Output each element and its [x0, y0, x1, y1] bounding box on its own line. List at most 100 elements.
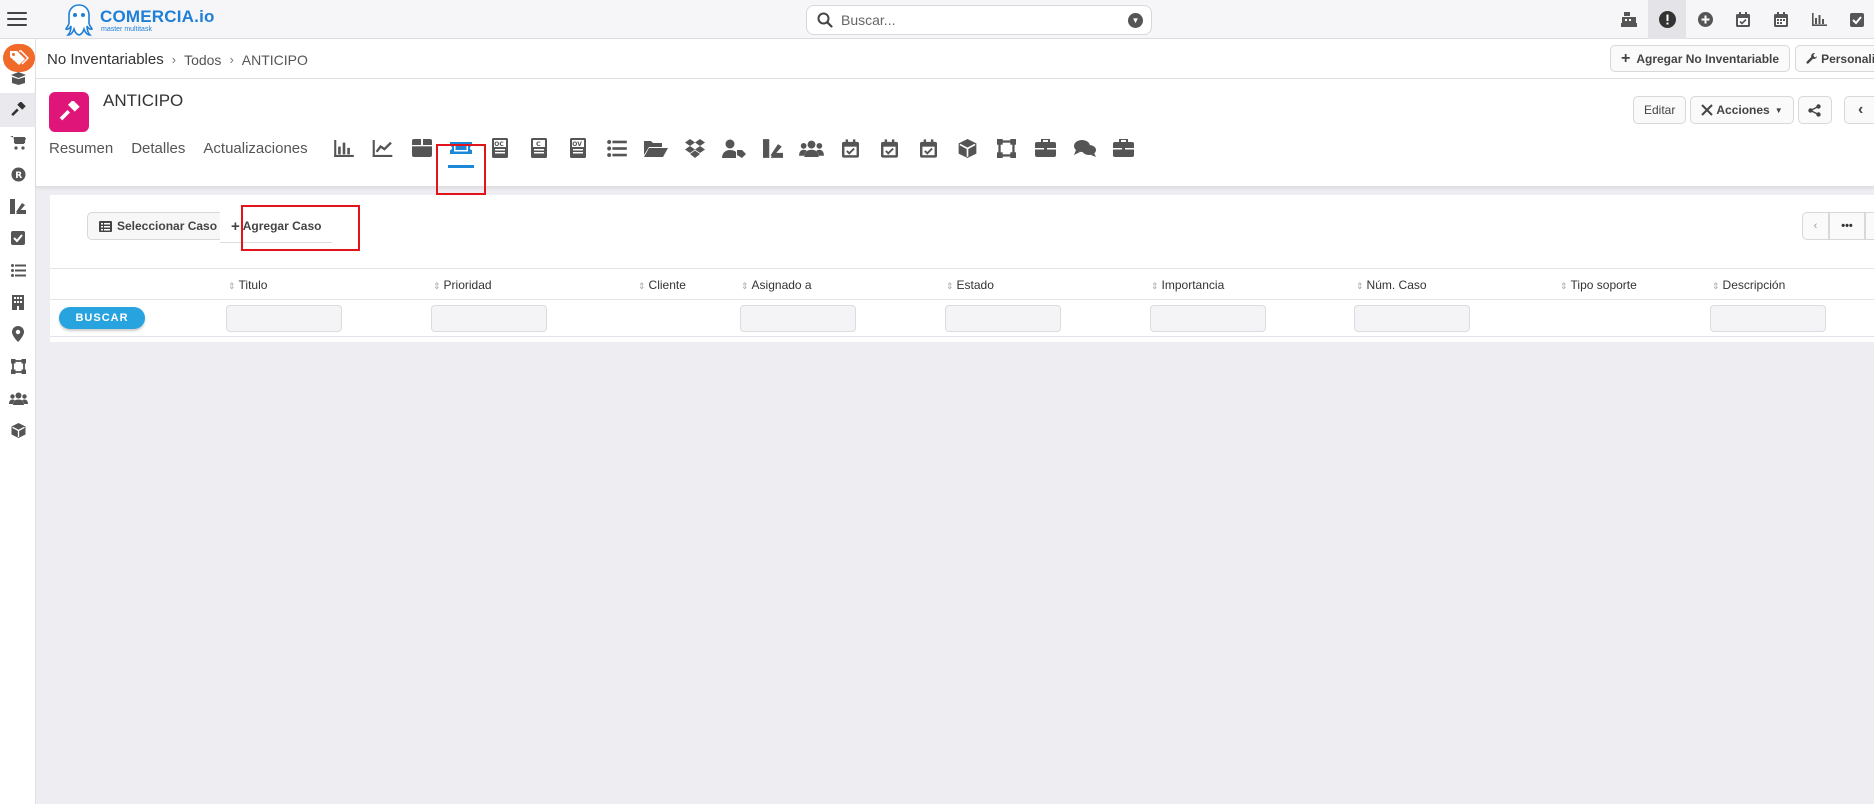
- share-button[interactable]: [1797, 96, 1832, 124]
- tab-user-tag-icon[interactable]: [716, 124, 752, 172]
- filter-estado-input[interactable]: [945, 305, 1061, 332]
- search-input[interactable]: [841, 10, 1111, 30]
- r-circle-icon[interactable]: R: [0, 157, 36, 191]
- tab-cube-icon[interactable]: [950, 124, 986, 172]
- column-asignado[interactable]: ⇕ Asignado a: [741, 278, 812, 292]
- search-options-icon[interactable]: ▼: [1128, 13, 1143, 28]
- column-num-caso-label: Núm. Caso: [1366, 278, 1427, 292]
- cases-panel: Seleccionar Caso + Agregar Caso ‹ ••• ⇕ T…: [50, 195, 1874, 342]
- filter-asignado-input[interactable]: [740, 305, 856, 332]
- tab-oc-doc-icon[interactable]: OC: [482, 124, 518, 172]
- previous-record-button[interactable]: ‹: [1843, 96, 1874, 124]
- tab-box-icon[interactable]: [404, 124, 440, 172]
- more-options-button[interactable]: •••: [1829, 212, 1865, 240]
- column-importancia-label: Importancia: [1161, 278, 1225, 292]
- calendar-icon[interactable]: [1762, 0, 1800, 39]
- select-case-button[interactable]: Seleccionar Caso: [87, 212, 230, 240]
- svg-text:OV: OV: [572, 141, 582, 148]
- tab-swatch-icon[interactable]: [755, 124, 791, 172]
- checkbox-icon[interactable]: [1838, 0, 1874, 39]
- filter-titulo-input[interactable]: [226, 305, 342, 332]
- share-icon: [1808, 103, 1821, 117]
- tab-calendar-check-icon-3[interactable]: [911, 124, 947, 172]
- column-titulo[interactable]: ⇕ Titulo: [228, 278, 267, 292]
- column-tipo-soporte[interactable]: ⇕ Tipo soporte: [1560, 278, 1637, 292]
- hammer-icon[interactable]: [0, 93, 36, 127]
- plus-circle-icon[interactable]: [1686, 0, 1724, 39]
- search-button[interactable]: BUSCAR: [59, 307, 145, 329]
- wrench-icon: [1806, 52, 1818, 64]
- brand-name: COMERCIA.io: [100, 7, 215, 26]
- sort-icon: ⇕: [946, 281, 954, 291]
- sort-icon: ⇕: [1712, 281, 1720, 291]
- menu-icon[interactable]: [7, 8, 27, 30]
- list-icon[interactable]: [0, 253, 36, 287]
- check-square-icon[interactable]: [0, 221, 36, 255]
- users-icon[interactable]: [0, 381, 36, 415]
- filter-num-caso-input[interactable]: [1354, 305, 1470, 332]
- chevron-right-icon: ›: [171, 52, 177, 67]
- add-no-inventariable-button[interactable]: + Agregar No Inventariable: [1610, 45, 1791, 72]
- tab-actualizaciones[interactable]: Actualizaciones: [203, 140, 307, 157]
- column-estado[interactable]: ⇕ Estado: [946, 278, 994, 292]
- tab-ov-doc-icon[interactable]: OV: [560, 124, 596, 172]
- record-tabs: Resumen Detalles Actualizaciones OC C OV: [49, 119, 1145, 177]
- tab-comments-icon[interactable]: [1067, 124, 1103, 172]
- swatch-icon[interactable]: [0, 189, 36, 223]
- tab-users-icon[interactable]: [794, 124, 830, 172]
- tab-dropbox-icon[interactable]: [677, 124, 713, 172]
- actions-dropdown[interactable]: Acciones ▼: [1690, 96, 1794, 124]
- cash-register-icon[interactable]: [1610, 0, 1648, 39]
- column-cliente[interactable]: ⇕ Cliente: [638, 278, 686, 292]
- tab-calendar-check-icon[interactable]: [833, 124, 869, 172]
- column-num-caso[interactable]: ⇕ Núm. Caso: [1356, 278, 1427, 292]
- panel-toolbar: Seleccionar Caso: [87, 212, 230, 240]
- column-importancia[interactable]: ⇕ Importancia: [1151, 278, 1224, 292]
- tab-briefcase-icon[interactable]: [1028, 124, 1064, 172]
- column-cliente-label: Cliente: [648, 278, 686, 292]
- plus-icon: +: [1621, 49, 1631, 67]
- tab-line-chart-icon[interactable]: [365, 124, 401, 172]
- breadcrumb-root[interactable]: No Inventariables: [47, 51, 164, 68]
- tab-ticket-icon[interactable]: [443, 124, 479, 172]
- next-page-button[interactable]: [1865, 212, 1874, 240]
- tab-folder-open-icon[interactable]: [638, 124, 674, 172]
- calendar-check-icon[interactable]: [1724, 0, 1762, 39]
- tab-list-icon[interactable]: [599, 124, 635, 172]
- tab-bar-chart-icon[interactable]: [326, 124, 362, 172]
- column-titulo-label: Titulo: [238, 278, 268, 292]
- add-case-button[interactable]: + Agregar Caso: [220, 210, 333, 242]
- cart-icon[interactable]: [0, 125, 36, 159]
- add-no-inventariable-label: Agregar No Inventariable: [1636, 51, 1780, 66]
- filter-importancia-input[interactable]: [1150, 305, 1266, 332]
- previous-page-button[interactable]: ‹: [1802, 212, 1829, 240]
- breadcrumb: No Inventariables › Todos › ANTICIPO: [47, 51, 308, 68]
- map-pin-icon[interactable]: [0, 317, 36, 351]
- tab-vector-icon[interactable]: [989, 124, 1025, 172]
- tab-resumen[interactable]: Resumen: [49, 140, 113, 157]
- column-descripcion[interactable]: ⇕ Descripción: [1712, 278, 1785, 292]
- sort-icon: ⇕: [1151, 281, 1159, 291]
- personalize-button[interactable]: Personali: [1795, 45, 1874, 72]
- octopus-logo-icon: [64, 4, 94, 36]
- tab-detalles[interactable]: Detalles: [131, 140, 185, 157]
- alert-icon[interactable]: [1648, 0, 1686, 39]
- edit-button[interactable]: Editar: [1633, 96, 1687, 124]
- tab-c-doc-icon[interactable]: C: [521, 124, 557, 172]
- column-prioridad[interactable]: ⇕ Prioridad: [433, 278, 492, 292]
- app-logo[interactable]: COMERCIA.io master multitask: [64, 2, 214, 38]
- actions-label: Acciones: [1716, 103, 1770, 117]
- cube-icon[interactable]: [0, 413, 36, 447]
- filter-descripcion-input[interactable]: [1710, 305, 1826, 332]
- vector-icon[interactable]: [0, 349, 36, 383]
- tab-calendar-check-icon-2[interactable]: [872, 124, 908, 172]
- breadcrumb-todos[interactable]: Todos: [184, 52, 221, 68]
- filter-prioridad-input[interactable]: [431, 305, 547, 332]
- tab-briefcase-icon-2[interactable]: [1106, 124, 1142, 172]
- bar-chart-icon[interactable]: [1800, 0, 1838, 39]
- box-open-icon[interactable]: [0, 61, 36, 95]
- list-alt-icon: [99, 220, 112, 232]
- search-box[interactable]: ▼: [806, 5, 1152, 35]
- select-case-label: Seleccionar Caso: [117, 219, 218, 233]
- building-icon[interactable]: [0, 285, 36, 319]
